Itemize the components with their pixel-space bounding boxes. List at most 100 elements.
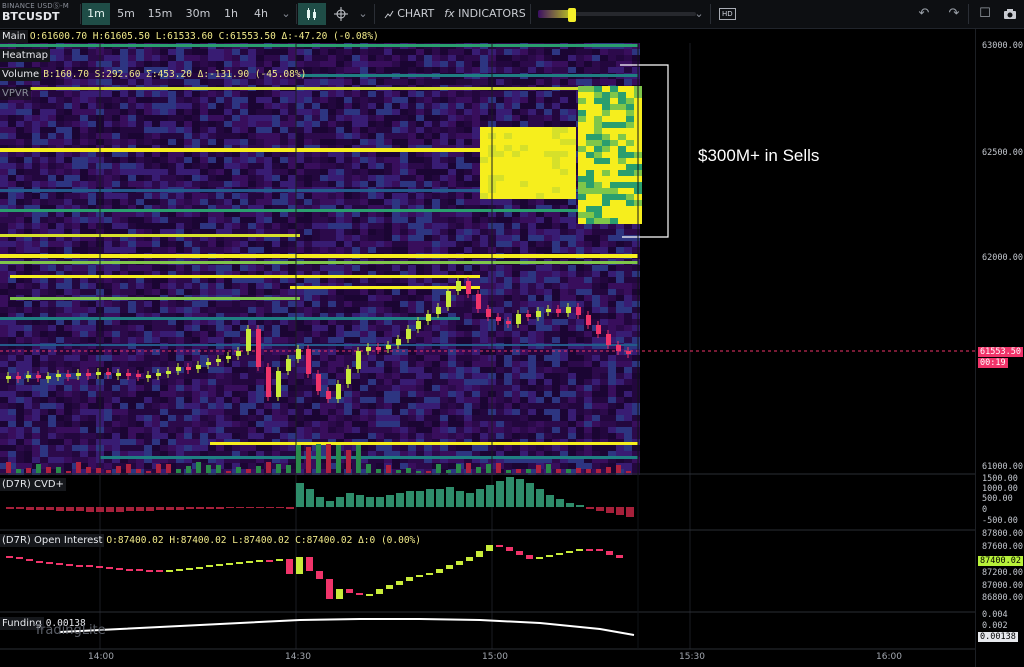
- pair-name: BTCUSDT: [2, 10, 60, 23]
- heatmap-cell: [320, 241, 328, 247]
- heatmap-cell: [240, 385, 248, 391]
- timeframe-1h-button[interactable]: 1h: [218, 3, 244, 25]
- heatmap-cell: [320, 157, 328, 163]
- heatmap-cell: [8, 331, 16, 337]
- heatmap-cell: [224, 193, 232, 199]
- heatmap-cell: [368, 265, 376, 271]
- indicators-button[interactable]: fx INDICATORS: [444, 3, 526, 25]
- heatmap-cell: [392, 109, 400, 115]
- camera-icon[interactable]: [1000, 4, 1020, 24]
- timeframe-15m-button[interactable]: 15m: [143, 3, 177, 25]
- heatmap-cell: [184, 265, 192, 271]
- heatmap-cell: [144, 109, 152, 115]
- heatmap-cell: [416, 139, 424, 145]
- heatmap-cell: [0, 403, 8, 409]
- fullscreen-icon[interactable]: ☐: [975, 4, 995, 24]
- heatmap-cell: [592, 307, 600, 313]
- heatmap-cell: [328, 385, 336, 391]
- heatmap-cell: [336, 199, 344, 205]
- heatmap-cell: [48, 91, 56, 97]
- heatmap-cell: [304, 121, 312, 127]
- symbol-selector[interactable]: BINANCE USDⓈ-M BTCUSDT: [2, 1, 80, 27]
- heatmap-cell: [88, 163, 96, 169]
- heatmap-cell: [160, 121, 168, 127]
- heatmap-cell: [600, 265, 608, 271]
- candle-type-icon[interactable]: [298, 3, 326, 25]
- heatmap-cell: [448, 61, 456, 67]
- heatmap-cell: [320, 67, 328, 73]
- heatmap-cell: [504, 115, 512, 121]
- chart-canvas[interactable]: [0, 29, 975, 667]
- heatmap-cell: [200, 193, 208, 199]
- timeframe-4h-button[interactable]: 4h: [248, 3, 274, 25]
- heatmap-cell: [392, 229, 400, 235]
- heatmap-cell: [304, 301, 312, 307]
- heatmap-cell: [152, 97, 160, 103]
- heatmap-cell: [560, 115, 568, 121]
- heatmap-cell: [552, 121, 560, 127]
- heatmap-cell: [152, 133, 160, 139]
- heatmap-cell: [168, 337, 176, 343]
- crosshair-icon[interactable]: [330, 3, 352, 25]
- heatmap-cell: [64, 163, 72, 169]
- heatmap-cell: [416, 133, 424, 139]
- heatmap-cell: [432, 295, 440, 301]
- chevron-down-icon[interactable]: ⌄: [278, 3, 294, 25]
- heatmap-cell: [120, 337, 128, 343]
- heatmap-cell: [320, 175, 328, 181]
- heatmap-intensity-slider[interactable]: [538, 8, 698, 22]
- undo-icon[interactable]: ↶: [914, 4, 934, 24]
- timeframe-5m-button[interactable]: 5m: [113, 3, 139, 25]
- heatmap-cell: [144, 247, 152, 253]
- heatmap-cell: [280, 121, 288, 127]
- heatmap-cell: [560, 325, 568, 331]
- heatmap-cell: [424, 139, 432, 145]
- chart-button[interactable]: CHART: [380, 3, 438, 25]
- heatmap-cell: [144, 337, 152, 343]
- heatmap-cell: [64, 55, 72, 61]
- heatmap-cell: [128, 157, 136, 163]
- timeframe-30m-button[interactable]: 30m: [180, 3, 216, 25]
- heatmap-cell: [120, 133, 128, 139]
- heatmap-cell: [384, 235, 392, 241]
- heatmap-cell: [480, 361, 488, 367]
- heatmap-cell: [0, 103, 8, 109]
- heatmap-cell: [152, 223, 160, 229]
- heatmap-cell: [208, 223, 216, 229]
- redo-icon[interactable]: ↷: [944, 4, 964, 24]
- heatmap-cell: [272, 133, 280, 139]
- heatmap-cell: [88, 133, 96, 139]
- slider-thumb[interactable]: [568, 8, 576, 22]
- heatmap-cell: [120, 139, 128, 145]
- heatmap-cell: [248, 121, 256, 127]
- heatmap-cell: [0, 349, 8, 355]
- heatmap-cell: [432, 109, 440, 115]
- chevron-down-icon[interactable]: ⌄: [356, 3, 370, 25]
- chevron-down-icon[interactable]: ⌄: [692, 3, 706, 25]
- heatmap-cell: [16, 241, 24, 247]
- heatmap-cell: [224, 301, 232, 307]
- heatmap-cell: [544, 121, 552, 127]
- heatmap-cell: [224, 169, 232, 175]
- heatmap-cell: [224, 175, 232, 181]
- heatmap-cell: [416, 109, 424, 115]
- heatmap-cell: [144, 409, 152, 415]
- heatmap-cell: [528, 391, 536, 397]
- heatmap-cell: [192, 397, 200, 403]
- heatmap-cell: [272, 49, 280, 55]
- heatmap-cell: [328, 289, 336, 295]
- hd-toggle[interactable]: HD: [719, 8, 736, 20]
- heatmap-cell: [424, 223, 432, 229]
- heatmap-cell: [368, 391, 376, 397]
- heatmap-cell: [472, 217, 480, 223]
- heatmap-cell: [264, 325, 272, 331]
- heatmap-cell: [192, 157, 200, 163]
- heatmap-cell: [248, 109, 256, 115]
- heatmap-cell: [624, 277, 632, 283]
- heatmap-cell: [472, 97, 480, 103]
- heatmap-cell: [584, 235, 592, 241]
- heatmap-cell: [0, 277, 8, 283]
- timeframe-1m-button[interactable]: 1m: [82, 3, 110, 25]
- chart-area[interactable]: Main O:61600.70 H:61605.50 L:61533.60 C:6…: [0, 29, 1024, 667]
- heatmap-cell: [536, 199, 544, 205]
